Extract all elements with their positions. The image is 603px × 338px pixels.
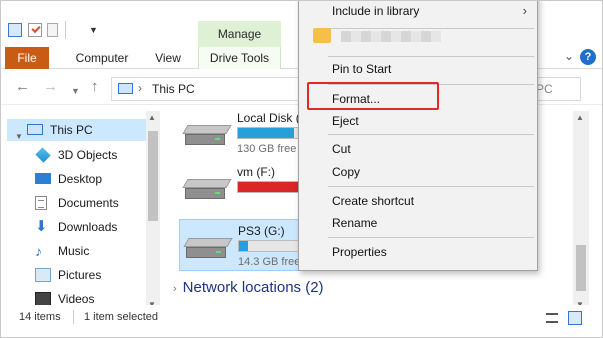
obscured-text [341,31,441,42]
scrollbar-thumb[interactable] [148,131,158,221]
scrollbar-thumb[interactable] [576,245,586,291]
scroll-up-icon[interactable]: ▲ [576,113,584,122]
file-explorer-window: ▼ Manage File Computer View Drive Tools … [0,0,603,338]
menu-item-pin-to-start[interactable]: Pin to Start [299,58,537,80]
sidebar-item-label: Pictures [58,268,102,282]
computer-icon [118,83,133,94]
menu-item-label: Cut [332,142,351,156]
breadcrumb-separator-icon[interactable]: › [138,81,142,95]
drive-name: PS3 (G:) [238,224,285,238]
sidebar-item-this-pc[interactable]: ▼ This PC [7,119,159,141]
sidebar-item-desktop[interactable]: Desktop [15,168,161,190]
status-bar: 14 items 1 item selected [1,305,602,329]
menu-item-label: Properties [332,245,387,259]
up-arrow-icon[interactable]: ↑ [91,79,99,95]
download-arrow-icon: ⬇ [35,218,48,235]
forward-arrow-icon[interactable]: → [43,79,58,95]
menu-item-properties[interactable]: Properties [299,241,537,263]
menu-separator [328,134,534,135]
scroll-up-icon[interactable]: ▲ [148,113,156,122]
menu-item-label: Pin to Start [332,62,392,76]
hard-drive-icon [183,238,233,260]
menu-item-cut[interactable]: Cut [299,138,537,160]
sidebar-item-downloads[interactable]: ⬇ Downloads [15,216,161,238]
menu-separator [328,56,534,57]
sidebar-item-pictures[interactable]: Pictures [15,264,161,286]
drive-name: vm (F:) [237,165,275,179]
new-folder-icon[interactable] [47,23,58,37]
menu-separator [328,186,534,187]
sidebar-item-documents[interactable]: Documents [15,192,161,214]
video-icon [35,292,51,306]
drive-usage-fill [239,241,248,251]
menu-item-rename[interactable]: Rename [299,212,537,234]
menu-item-label: Include in library [332,4,420,18]
sidebar-item-3d-objects[interactable]: 3D Objects [15,144,161,166]
sidebar-item-label: Downloads [58,220,118,234]
back-arrow-icon[interactable]: ← [15,79,30,95]
cube-icon [35,147,51,163]
menu-item-label: Rename [332,216,378,230]
help-icon[interactable]: ? [580,49,596,65]
picture-icon [35,268,51,282]
hard-drive-icon [182,179,232,201]
tab-drive-tools[interactable]: Drive Tools [198,47,281,69]
item-count: 14 items [19,311,61,323]
tab-computer[interactable]: Computer [63,47,141,69]
hard-drive-icon [182,125,232,147]
navigation-pane-scrollbar[interactable]: ▲ ▼ [146,111,160,311]
drive-free-space: 14.3 GB free [238,256,301,268]
submenu-arrow-icon: › [522,3,527,18]
format-highlight-box [307,82,439,110]
properties-check-icon[interactable] [28,23,42,37]
sidebar-item-label: Music [58,244,90,258]
content-pane-scrollbar[interactable]: ▲ ▼ [573,111,589,311]
sidebar-item-label: Documents [58,196,119,210]
computer-icon[interactable] [8,23,22,37]
status-separator [73,310,74,324]
blurred-menu-entry [309,26,509,46]
menu-item-label: Create shortcut [332,194,415,208]
search-placeholder: PC [536,82,553,96]
drive-usage-fill [238,128,294,138]
context-menu: Include in library › Pin to Start Format… [298,1,538,271]
sidebar-item-label: 3D Objects [58,148,118,162]
details-view-icon[interactable] [546,313,558,323]
breadcrumb-this-pc[interactable]: This PC [152,82,195,96]
sidebar-item-label: Desktop [58,172,103,186]
document-icon [35,196,47,210]
sidebar-item-music[interactable]: ♪ Music [15,240,161,262]
drive-free-space: 130 GB free [237,143,297,155]
drive-name: Local Disk ( [237,111,300,125]
folder-icon [313,28,331,43]
expand-ribbon-chevron-icon[interactable]: ⌄ [564,49,574,63]
menu-separator [328,237,534,238]
menu-item-label: Copy [332,165,361,179]
menu-item-eject[interactable]: Eject [299,110,537,132]
large-icons-view-icon[interactable] [568,311,582,325]
expand-chevron-icon[interactable]: › [173,283,177,295]
menu-item-copy[interactable]: Copy [299,161,537,183]
group-label: Network locations (2) [182,279,324,296]
music-note-icon: ♪ [35,243,42,259]
quick-access-separator [65,21,66,39]
selection-count: 1 item selected [84,311,158,323]
desktop-icon [35,173,51,184]
tab-view[interactable]: View [147,47,189,69]
computer-icon [27,124,43,135]
sidebar-item-label: This PC [50,123,93,137]
manage-contextual-tab-header: Manage [198,21,281,47]
tab-file[interactable]: File [5,47,49,69]
menu-item-include-in-library[interactable]: Include in library › [299,1,537,22]
network-locations-group[interactable]: › Network locations (2) [173,279,324,296]
customize-quick-access-chevron-down-icon[interactable]: ▼ [89,25,98,35]
menu-item-create-shortcut[interactable]: Create shortcut [299,190,537,212]
navigation-pane: ▼ This PC 3D Objects Desktop Documents ⬇… [1,111,161,311]
menu-item-label: Eject [332,114,359,128]
recent-locations-chevron-down-icon[interactable]: ▼ [71,83,80,99]
